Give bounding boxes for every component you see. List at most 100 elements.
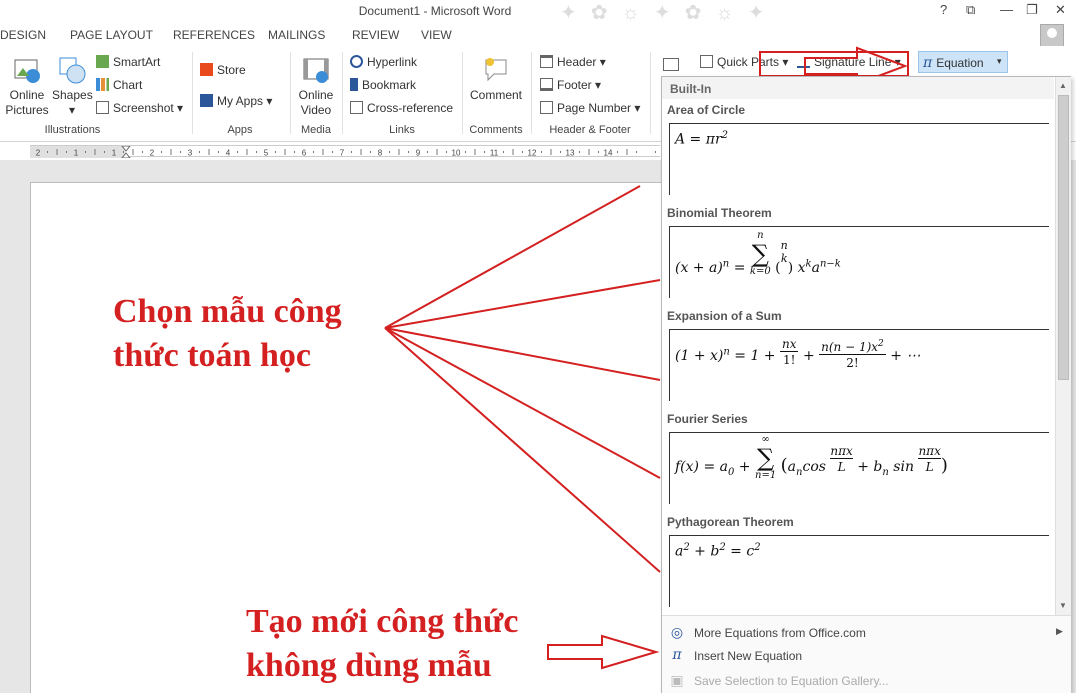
tab-view[interactable]: VIEW xyxy=(421,28,452,42)
equation-title: Pythagorean Theorem xyxy=(667,515,794,529)
equation-item-expansion-of-a-sum[interactable]: (1 + x)n = 1 + nx 1! + n(n − 1)x2 2! + ⋯ xyxy=(669,329,1049,401)
comment-icon xyxy=(485,58,507,82)
equation-formula: a2 + b2 = c2 xyxy=(675,542,761,560)
header-button[interactable]: Header ▾ xyxy=(540,55,606,69)
ruler-number: 9 xyxy=(416,149,421,158)
equation-button[interactable]: π Equation ▾ xyxy=(918,51,1008,73)
tab-design[interactable]: DESIGN xyxy=(0,28,46,42)
save-selection-menu-item: Save Selection to Equation Gallery... xyxy=(694,674,889,688)
equation-formula: (x + a)n = n ∑ k=0 (n k) xkan−k xyxy=(675,230,841,277)
cross-reference-icon xyxy=(350,101,363,114)
chart-button[interactable]: Chart xyxy=(96,78,142,92)
ruler-number: 2 xyxy=(150,149,155,158)
footer-button[interactable]: Footer ▾ xyxy=(540,78,601,92)
ribbon-display-icon[interactable]: ⧉ xyxy=(966,2,975,18)
group-separator xyxy=(462,52,463,134)
more-equations-menu-item[interactable]: More Equations from Office.com xyxy=(694,626,866,640)
equation-item-pythagorean-theorem[interactable]: a2 + b2 = c2 xyxy=(669,535,1049,607)
cross-reference-button[interactable]: Cross-reference xyxy=(350,101,453,115)
my-apps-button[interactable]: My Apps ▾ xyxy=(200,94,272,108)
tab-references[interactable]: REFERENCES xyxy=(173,28,255,42)
store-button[interactable]: Store xyxy=(200,63,246,77)
ruler-number: 12 xyxy=(528,149,537,158)
comments-group-label: Comments xyxy=(469,124,523,136)
equation-item-fourier-series[interactable]: f(x) = a0 + ∞ ∑ n=1 (ancos nπx L + bn sin n… xyxy=(669,432,1049,504)
annotation-choose-template: Chọn mẫu công thức toán học xyxy=(113,293,342,374)
hyperlink-button[interactable]: Hyperlink xyxy=(350,55,417,69)
equation-gallery: Built-In Area of Circle A = πr2 Binomial… xyxy=(661,76,1071,693)
insert-new-equation-menu-item[interactable]: Insert New Equation xyxy=(694,649,802,663)
submenu-arrow-icon: ▶ xyxy=(1056,626,1063,636)
group-separator xyxy=(290,52,291,134)
screenshot-button[interactable]: Screenshot ▾ xyxy=(96,101,183,115)
ruler-number: 3 xyxy=(188,149,193,158)
online-video-icon xyxy=(303,58,329,83)
equation-formula: f(x) = a0 + ∞ ∑ n=1 (ancos nπx L + bn sin n… xyxy=(675,434,948,481)
quick-parts-button[interactable]: Quick Parts ▾ xyxy=(700,55,788,69)
account-avatar[interactable] xyxy=(1040,24,1064,48)
comment-button[interactable]: Comment xyxy=(466,54,526,103)
equation-item-area-of-circle[interactable]: A = πr2 xyxy=(669,123,1049,195)
help-icon[interactable]: ? xyxy=(940,2,947,17)
scroll-down-icon[interactable]: ▼ xyxy=(1059,601,1067,610)
gallery-header: Built-In xyxy=(662,77,1054,99)
tab-page-layout[interactable]: PAGE LAYOUT xyxy=(70,28,153,42)
bookmark-icon xyxy=(350,78,358,91)
ruler-number: 1 xyxy=(74,149,79,158)
group-separator xyxy=(342,52,343,134)
tab-review[interactable]: REVIEW xyxy=(352,28,399,42)
equation-item-binomial-theorem[interactable]: (x + a)n = n ∑ k=0 (n k) xkan−k xyxy=(669,226,1049,298)
scroll-thumb[interactable] xyxy=(1058,95,1069,380)
links-group-label: Links xyxy=(389,124,415,136)
horizontal-ruler[interactable]: 2 1 1 2 3 4 5 6 7 8 9 10 11 12 13 14 xyxy=(30,145,660,158)
signature-line-icon xyxy=(797,55,810,68)
office-online-icon: ◎ xyxy=(670,624,684,640)
equation-title: Area of Circle xyxy=(667,103,746,117)
media-group-label: Media xyxy=(301,124,331,136)
page-number-button[interactable]: Page Number ▾ xyxy=(540,101,640,115)
smartart-button[interactable]: SmartArt xyxy=(96,55,160,69)
online-pictures-button[interactable]: Online Pictures xyxy=(4,54,50,118)
group-separator xyxy=(531,52,532,134)
window-title: Document1 - Microsoft Word xyxy=(358,4,512,18)
equation-title: Binomial Theorem xyxy=(667,206,772,220)
online-video-button[interactable]: Online Video xyxy=(294,54,338,118)
ruler-number: 4 xyxy=(226,149,231,158)
ruler-number: 2 xyxy=(36,149,41,158)
gallery-scrollbar[interactable]: ▲ ▼ xyxy=(1055,77,1071,615)
ruler-number: 14 xyxy=(604,149,613,158)
save-gallery-icon: ▣ xyxy=(670,672,684,688)
restore-icon[interactable]: ❐ xyxy=(1026,2,1038,18)
equation-title: Expansion of a Sum xyxy=(667,309,782,323)
page-number-icon xyxy=(540,101,553,114)
ruler-number: 8 xyxy=(378,149,383,158)
footer-icon xyxy=(540,78,553,91)
title-bar: ✦✿☼✦✿☼✦ Document1 - Microsoft Word ? ⧉ —… xyxy=(0,0,1076,24)
screenshot-icon xyxy=(96,101,109,114)
pi-icon: π xyxy=(672,647,682,663)
ruler-number: 7 xyxy=(340,149,345,158)
shapes-icon xyxy=(59,57,86,84)
bookmark-button[interactable]: Bookmark xyxy=(350,78,416,92)
tab-mailings[interactable]: MAILINGS xyxy=(268,28,325,42)
scroll-up-icon[interactable]: ▲ xyxy=(1059,81,1067,90)
gallery-footer: ◎ More Equations from Office.com ▶ π Ins… xyxy=(662,615,1071,693)
chevron-down-icon: ▾ xyxy=(997,56,1002,66)
ruler-number: 10 xyxy=(452,149,461,158)
equation-formula: (1 + x)n = 1 + nx 1! + n(n − 1)x2 2! + ⋯ xyxy=(675,337,921,370)
ruler-number: 13 xyxy=(566,149,575,158)
ruler-number: 11 xyxy=(490,149,499,158)
shapes-button[interactable]: Shapes ▾ xyxy=(52,54,93,118)
ribbon-tabs: DESIGN PAGE LAYOUT REFERENCES MAILINGS R… xyxy=(0,24,1076,46)
illustrations-group-label: Illustrations xyxy=(44,124,101,136)
ruler-number: 6 xyxy=(302,149,307,158)
close-icon[interactable]: ✕ xyxy=(1055,2,1066,18)
equation-title: Fourier Series xyxy=(667,412,748,426)
signature-line-button[interactable]: Signature Line ▾ xyxy=(797,55,901,69)
text-box-icon xyxy=(663,58,679,71)
hyperlink-icon xyxy=(350,55,363,68)
text-box-button[interactable] xyxy=(663,58,683,72)
minimize-icon[interactable]: — xyxy=(1000,2,1013,17)
equation-icon: π xyxy=(923,55,933,71)
store-icon xyxy=(200,63,213,76)
